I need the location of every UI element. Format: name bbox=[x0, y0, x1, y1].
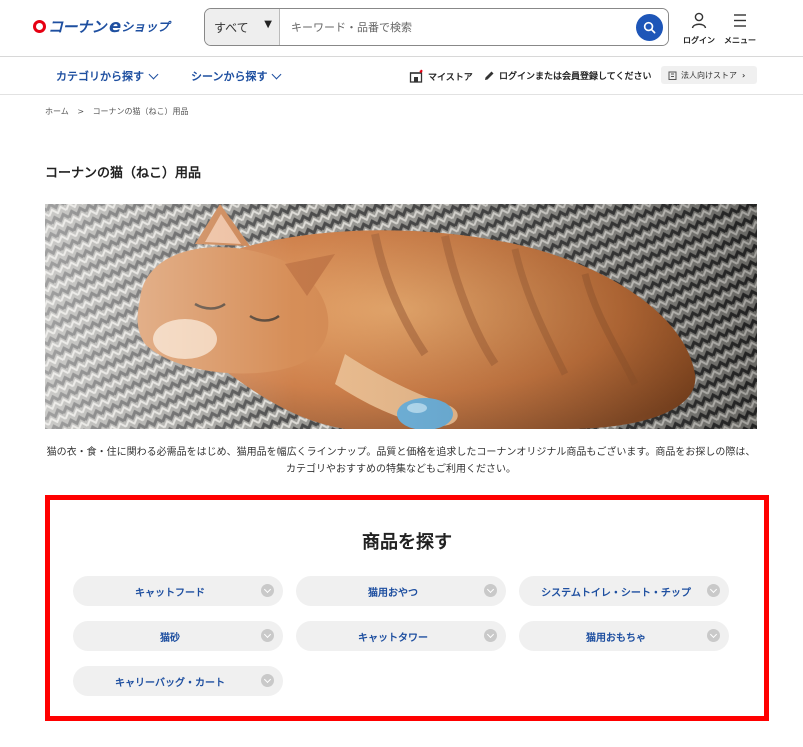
chevron-down-circle-icon bbox=[707, 584, 720, 597]
menu-button[interactable]: メニュー bbox=[720, 12, 760, 46]
logo-ring-icon bbox=[33, 19, 46, 33]
chevron-down-circle-icon bbox=[484, 629, 497, 642]
search-input[interactable] bbox=[280, 9, 668, 45]
store-icon bbox=[409, 69, 423, 83]
site-header: コーナン e ショップ すべて ▼ ログイン メニュー bbox=[0, 0, 803, 57]
category-pill-carrier-bag[interactable]: キャリーバッグ・カート bbox=[73, 666, 283, 696]
konan-eshop-logo[interactable]: コーナン e ショップ bbox=[33, 15, 169, 37]
menu-label: メニュー bbox=[724, 36, 756, 45]
find-products-title: 商品を探す bbox=[362, 532, 452, 553]
category-pill-system-toilet[interactable]: システムトイレ・シート・チップ bbox=[519, 576, 729, 606]
search-category-value: すべて bbox=[214, 21, 249, 35]
corporate-store-button[interactable]: 法人向けストア › bbox=[661, 66, 757, 84]
chevron-down-circle-icon bbox=[261, 584, 274, 597]
category-pill-label: キャリーバッグ・カート bbox=[115, 677, 225, 689]
nav-category-dropdown[interactable]: カテゴリから探す bbox=[56, 68, 159, 84]
chevron-right-icon: › bbox=[742, 70, 746, 80]
user-icon bbox=[691, 12, 707, 29]
find-products-section: 商品を探す キャットフード 猫用おやつ システムトイレ・シート・チップ 猫砂 キ… bbox=[45, 495, 769, 721]
category-pill-cat-food[interactable]: キャットフード bbox=[73, 576, 283, 606]
pencil-icon bbox=[485, 71, 494, 80]
page-title: コーナンの猫（ねこ）用品 bbox=[45, 166, 202, 181]
chevron-down-circle-icon bbox=[484, 584, 497, 597]
login-label: ログイン bbox=[683, 36, 715, 45]
chevron-down-circle-icon bbox=[261, 629, 274, 642]
mystore-link[interactable]: マイストア bbox=[409, 69, 473, 83]
nav-scene-label: シーンから探す bbox=[191, 70, 268, 83]
chevron-down-circle-icon bbox=[707, 629, 720, 642]
search-icon bbox=[643, 21, 656, 34]
mystore-label: マイストア bbox=[428, 72, 473, 83]
cat-photo-illustration bbox=[45, 204, 757, 429]
logo-brand: コーナン bbox=[48, 17, 107, 36]
category-pill-label: 猫砂 bbox=[160, 632, 180, 644]
search-category-select[interactable]: すべて ▼ bbox=[205, 9, 280, 45]
search-bar: すべて ▼ bbox=[204, 8, 669, 46]
chevron-down-circle-icon bbox=[261, 674, 274, 687]
category-pill-cat-tower[interactable]: キャットタワー bbox=[296, 621, 506, 651]
nav-category-label: カテゴリから探す bbox=[56, 70, 144, 83]
breadcrumb: ホーム > コーナンの猫（ねこ）用品 bbox=[45, 106, 195, 117]
category-pill-label: 猫用おもちゃ bbox=[586, 632, 646, 644]
corporate-store-label: 法人向けストア bbox=[681, 70, 737, 80]
breadcrumb-home-link[interactable]: ホーム bbox=[45, 107, 69, 116]
chevron-down-icon bbox=[272, 69, 282, 79]
breadcrumb-current: コーナンの猫（ねこ）用品 bbox=[92, 107, 189, 116]
breadcrumb-separator: > bbox=[77, 107, 85, 116]
hamburger-menu-icon bbox=[734, 14, 746, 27]
category-pill-label: キャットフード bbox=[135, 587, 205, 599]
building-icon bbox=[668, 71, 677, 80]
search-button[interactable] bbox=[636, 14, 663, 41]
login-button[interactable]: ログイン bbox=[679, 12, 719, 46]
logo-e: e bbox=[109, 15, 122, 37]
nav-scene-dropdown[interactable]: シーンから探す bbox=[191, 68, 282, 84]
category-pill-cat-litter[interactable]: 猫砂 bbox=[73, 621, 283, 651]
category-pill-cat-treats[interactable]: 猫用おやつ bbox=[296, 576, 506, 606]
chevron-down-icon bbox=[148, 69, 159, 79]
hero-cat-image bbox=[45, 204, 757, 429]
category-pill-cat-toys[interactable]: 猫用おもちゃ bbox=[519, 621, 729, 651]
logo-shop: ショップ bbox=[121, 19, 170, 34]
category-pill-label: キャットタワー bbox=[358, 632, 428, 644]
login-register-label: ログインまたは会員登録してください bbox=[499, 72, 652, 82]
login-register-link[interactable]: ログインまたは会員登録してください bbox=[484, 69, 651, 82]
category-pill-label: 猫用おやつ bbox=[368, 587, 418, 599]
category-pill-label: システムトイレ・シート・チップ bbox=[541, 587, 691, 599]
dropdown-arrow-icon: ▼ bbox=[264, 19, 272, 30]
category-description: 猫の衣・食・住に関わる必需品をはじめ、猫用品を幅広くラインナップ。品質と価格を追… bbox=[46, 447, 756, 475]
